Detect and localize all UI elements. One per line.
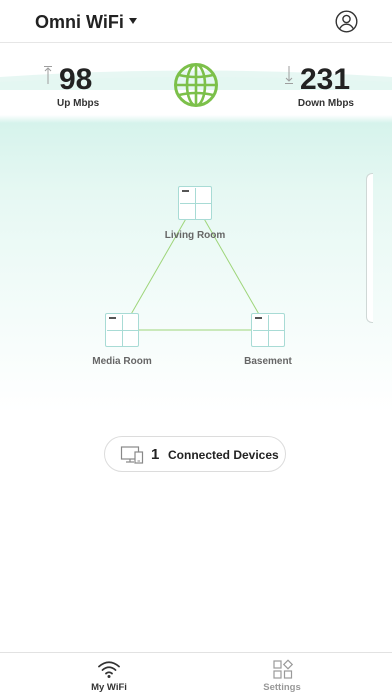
settings-grid-icon [273,659,294,679]
tab-settings[interactable]: Settings [232,653,332,697]
node-label-basement: Basement [244,356,292,367]
node-label-media-room: Media Room [92,356,152,367]
bottom-tab-bar: My WiFi Settings [0,652,392,697]
mesh-node-living-room[interactable] [178,186,212,220]
node-led [182,190,189,192]
tab-my-wifi[interactable]: My WiFi [59,653,159,697]
devices-icon [120,446,144,464]
wifi-icon [98,661,120,678]
connected-devices-label: Connected Devices [168,448,279,462]
mesh-node-basement[interactable] [251,313,285,347]
link-living-basement [194,202,269,331]
tab-label-my-wifi: My WiFi [91,682,127,693]
node-led [255,317,262,319]
node-led [109,317,116,319]
mesh-node-media-room[interactable] [105,313,139,347]
connected-devices-button[interactable]: 1 Connected Devices [104,436,286,472]
node-label-living-room: Living Room [164,230,226,241]
connected-devices-count: 1 [151,446,160,463]
tab-label-settings: Settings [263,682,301,693]
link-living-media [121,202,196,331]
